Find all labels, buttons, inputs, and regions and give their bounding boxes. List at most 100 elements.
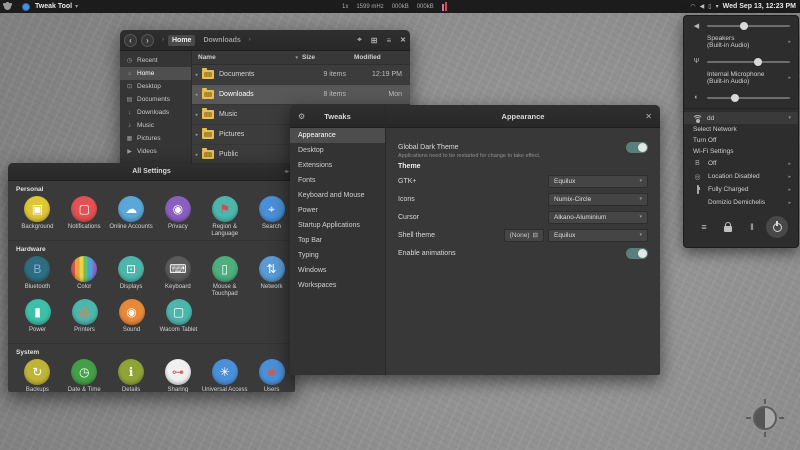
expander-icon[interactable]: ▸ — [192, 152, 202, 158]
menu-item-battery[interactable]: Fully Charged ▸ — [684, 183, 798, 196]
tweaks-item-extensions[interactable]: Extensions — [290, 158, 385, 173]
search-icon[interactable]: ⌖ — [357, 35, 362, 45]
menu-item-bluetooth[interactable]: B Off ▸ — [684, 157, 798, 170]
lock-button[interactable] — [718, 217, 738, 237]
expander-icon[interactable]: ▸ — [192, 92, 202, 98]
microphone-slider[interactable] — [707, 57, 790, 66]
dark-theme-toggle[interactable] — [626, 141, 648, 153]
tile-sound[interactable]: ◉ Sound — [108, 299, 155, 340]
tile-universal-access[interactable]: ✳ Universal Access — [201, 359, 248, 392]
column-header-name[interactable]: Name ▾ — [192, 54, 302, 61]
shell-theme-dropdown[interactable]: Equilux ▾ — [548, 228, 648, 242]
output-device-speakers[interactable]: Speakers (Built-in Audio) ▸ — [684, 33, 798, 52]
settings-titlebar[interactable]: All Settings ⌖ — [8, 163, 295, 181]
tweaks-item-desktop[interactable]: Desktop — [290, 143, 385, 158]
close-icon[interactable]: ✕ — [400, 36, 406, 44]
tweaks-item-typing[interactable]: Typing — [290, 248, 385, 263]
files-titlebar[interactable]: ‹ › › Home Downloads › ⌖ ⊞ ≡ ✕ — [120, 30, 410, 51]
tile-displays[interactable]: ⊡ Displays — [108, 256, 155, 297]
column-header-size[interactable]: Size — [302, 54, 354, 61]
tweaks-item-appearance[interactable]: Appearance — [290, 128, 385, 143]
tile-region-language[interactable]: ⚑ Region & Language — [201, 196, 248, 237]
tile-date-time[interactable]: ◷ Date & Time — [61, 359, 108, 392]
cursor-theme-dropdown[interactable]: Alkano-Aluminium ▾ — [548, 210, 648, 224]
gtk-theme-dropdown[interactable]: Equilux ▾ — [548, 174, 648, 188]
tile-bluetooth[interactable]: B Bluetooth — [14, 256, 61, 297]
tile-color[interactable]: Color — [61, 256, 108, 297]
forward-button[interactable]: › — [141, 33, 154, 47]
input-device-microphone[interactable]: Internal Microphone (Built-in Audio) ▸ — [684, 69, 798, 88]
system-monitor-indicator[interactable]: 1x 1599 mHz 000kB 000kB — [342, 0, 447, 13]
wifi-icon: ◠ — [690, 4, 696, 10]
expander-icon[interactable]: ▸ — [192, 132, 202, 138]
sidebar-item-recent[interactable]: ◷ Recent — [120, 54, 191, 67]
expander-icon[interactable]: ▸ — [192, 112, 202, 118]
sidebar-item-desktop[interactable]: ⊡ Desktop — [120, 80, 191, 93]
view-grid-icon[interactable]: ⊞ — [371, 36, 378, 45]
tile-sharing[interactable]: ⊶ Sharing — [154, 359, 201, 392]
tile-users[interactable]: ☻ Users — [248, 359, 295, 392]
file-row-downloads[interactable]: ▸ Downloads 8 items Mon — [192, 85, 410, 105]
tablet-icon: ▢ — [165, 299, 192, 325]
column-header-modified[interactable]: Modified — [354, 54, 410, 61]
sidebar-item-home[interactable]: ⌂ Home — [120, 67, 191, 80]
close-icon[interactable]: ✕ — [645, 112, 652, 121]
brightness-slider[interactable] — [707, 93, 790, 102]
tweaks-item-keyboard-mouse[interactable]: Keyboard and Mouse — [290, 188, 385, 203]
tile-online-accounts[interactable]: ☁ Online Accounts — [108, 196, 155, 237]
menu-item-location[interactable]: ◎ Location Disabled ▸ — [684, 170, 798, 183]
tile-search[interactable]: ⌖ Search — [248, 196, 295, 237]
tweaks-item-fonts[interactable]: Fonts — [290, 173, 385, 188]
shell-theme-file-button[interactable]: (None) ⊟ — [503, 228, 544, 242]
power-button[interactable] — [766, 216, 788, 238]
breadcrumb-home[interactable]: Home — [168, 34, 196, 46]
icon-theme-dropdown[interactable]: Numix-Circle ▾ — [548, 192, 648, 206]
sidebar-item-documents[interactable]: ▤ Documents — [120, 93, 191, 106]
tweaks-item-workspaces[interactable]: Workspaces — [290, 278, 385, 293]
menu-item-select-network[interactable]: Select Network — [684, 124, 798, 135]
activities-icon[interactable] — [4, 3, 11, 10]
back-button[interactable]: ‹ — [124, 33, 137, 47]
tweaks-item-windows[interactable]: Windows — [290, 263, 385, 278]
tile-details[interactable]: ℹ Details — [108, 359, 155, 392]
system-menu-caret-icon[interactable]: ▾ — [716, 3, 719, 10]
sidebar-item-downloads[interactable]: ↓ Downloads — [120, 106, 191, 119]
animations-toggle[interactable] — [626, 247, 648, 259]
mixer-settings-button[interactable]: ≡ — [694, 217, 714, 237]
tile-network[interactable]: ⇅ Network — [248, 256, 295, 297]
tile-mouse-touchpad[interactable]: ▯ Mouse & Touchpad — [201, 256, 248, 297]
tile-wacom-tablet[interactable]: ▢ Wacom Tablet — [155, 299, 202, 340]
slider-knob[interactable] — [739, 21, 748, 30]
sidebar-item-music[interactable]: ♪ Music — [120, 119, 191, 132]
tile-notifications[interactable]: ▢ Notifications — [61, 196, 108, 237]
expander-icon[interactable]: ▸ — [192, 72, 202, 78]
tweaks-item-startup-apps[interactable]: Startup Applications — [290, 218, 385, 233]
breadcrumb-downloads[interactable]: Downloads — [199, 35, 244, 46]
menu-icon[interactable]: ≡ — [386, 36, 391, 45]
sidebar-item-pictures[interactable]: ▦ Pictures — [120, 132, 191, 145]
clock[interactable]: Wed Sep 13, 12:23 PM — [723, 3, 796, 10]
wifi-network-row[interactable]: dd ▾ — [684, 112, 798, 124]
tile-power[interactable]: ▮ Power — [14, 299, 61, 340]
volume-slider[interactable] — [707, 21, 790, 30]
slider-knob[interactable] — [754, 57, 763, 66]
tweaks-item-power[interactable]: Power — [290, 203, 385, 218]
suspend-button[interactable]: ‖ — [742, 217, 762, 237]
tile-privacy[interactable]: ◉ Privacy — [154, 196, 201, 237]
menu-item-turn-off[interactable]: Turn Off — [684, 135, 798, 146]
app-icon — [22, 2, 30, 11]
file-row-documents[interactable]: ▸ Documents 9 items 12:19 PM — [192, 65, 410, 85]
menu-item-user[interactable]: Domizio Demichelis ▸ — [684, 196, 798, 209]
search-icon[interactable]: ⌖ — [284, 167, 289, 177]
tile-background[interactable]: ▣ Background — [14, 196, 61, 237]
tweaks-item-top-bar[interactable]: Top Bar — [290, 233, 385, 248]
app-menu[interactable]: Tweak Tool — [35, 3, 72, 10]
tile-keyboard[interactable]: ⌨ Keyboard — [154, 256, 201, 297]
slider-knob[interactable] — [731, 93, 740, 102]
gear-icon[interactable]: ⚙ — [298, 112, 305, 121]
sidebar-item-videos[interactable]: ▶ Videos — [120, 145, 191, 158]
menu-item-wifi-settings[interactable]: Wi-Fi Settings — [684, 146, 798, 157]
tile-backups[interactable]: ↻ Backups — [14, 359, 61, 392]
tweaks-sidebar: ⚙ Tweaks Appearance Desktop Extensions F… — [290, 105, 386, 375]
tile-printers[interactable]: ⎙ Printers — [61, 299, 108, 340]
